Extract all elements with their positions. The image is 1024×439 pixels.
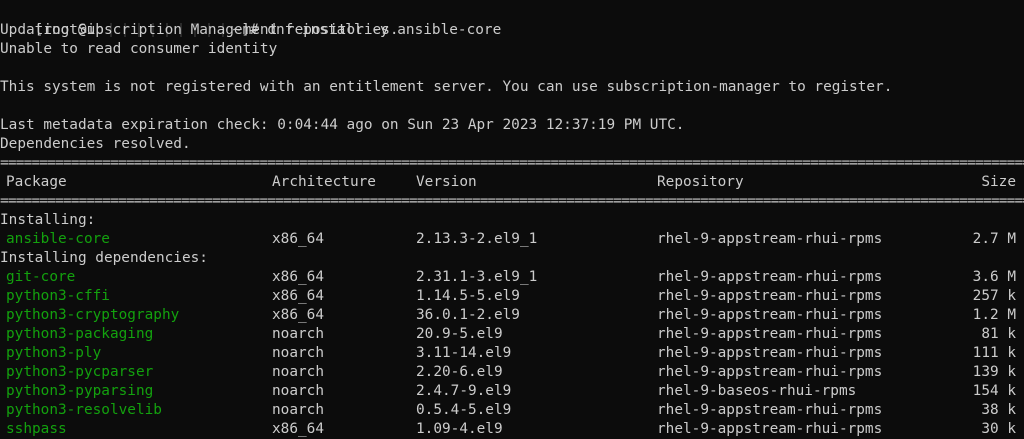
package-name: python3-pyparsing: [6, 383, 154, 399]
package-version: 1.09-4.el9: [416, 421, 503, 437]
package-version: 0.5.4-5.el9: [416, 402, 512, 418]
package-repo: rhel-9-appstream-rhui-rpms: [657, 421, 883, 437]
package-size: 2.7 M: [972, 231, 1016, 247]
column-header-package: Package: [6, 174, 67, 190]
package-size: 81 k: [981, 326, 1016, 342]
package-name: python3-ply: [6, 345, 102, 361]
package-repo: rhel-9-appstream-rhui-rpms: [657, 288, 883, 304]
table-row: python3-cffi x86_64 1.14.5-5.el9 rhel-9-app…: [0, 287, 1024, 306]
output-line: Updating Subscription Management reposit…: [0, 22, 399, 38]
column-header-size: Size: [981, 174, 1016, 190]
package-version: 36.0.1-2.el9: [416, 307, 520, 323]
package-size: 111 k: [972, 345, 1016, 361]
package-size: 154 k: [972, 383, 1016, 399]
output-line: Dependencies resolved.: [0, 136, 191, 152]
table-row: sshpass x86_64 1.09-4.el9 rhel-9-appstream-…: [0, 420, 1024, 439]
section-installing-label: Installing:: [0, 212, 96, 228]
package-name: python3-cryptography: [6, 307, 180, 323]
package-arch: x86_64: [272, 231, 324, 247]
table-row: python3-packaging noarch 20.9-5.el9 rhel-9-…: [0, 325, 1024, 344]
table-separator: ========================================…: [0, 155, 1024, 171]
package-arch: noarch: [272, 326, 324, 342]
table-separator: ========================================…: [0, 193, 1024, 209]
package-name: git-core: [6, 269, 76, 285]
package-arch: x86_64: [272, 421, 324, 437]
column-header-architecture: Architecture: [272, 174, 376, 190]
package-name: python3-resolvelib: [6, 402, 162, 418]
section-dependencies-label: Installing dependencies:: [0, 250, 208, 266]
package-repo: rhel-9-appstream-rhui-rpms: [657, 326, 883, 342]
table-row: ansible-core x86_64 2.13.3-2.el9_1 rhel-9-a…: [0, 230, 1024, 249]
terminal-window[interactable]: [root@ip ~]# dnf install -y ansible-core…: [0, 0, 1024, 438]
package-name: sshpass: [6, 421, 67, 437]
package-arch: noarch: [272, 364, 324, 380]
package-repo: rhel-9-appstream-rhui-rpms: [657, 269, 883, 285]
table-row: python3-ply noarch 3.11-14.el9 rhel-9-appst…: [0, 344, 1024, 363]
package-arch: x86_64: [272, 269, 324, 285]
package-name: ansible-core: [6, 231, 110, 247]
package-size: 1.2 M: [972, 307, 1016, 323]
package-version: 3.11-14.el9: [416, 345, 512, 361]
package-version: 20.9-5.el9: [416, 326, 503, 342]
package-version: 2.31.1-3.el9_1: [416, 269, 538, 285]
package-name: python3-pycparser: [6, 364, 154, 380]
package-arch: noarch: [272, 383, 324, 399]
package-version: 2.13.3-2.el9_1: [416, 231, 538, 247]
output-line: Last metadata expiration check: 0:04:44 …: [0, 117, 685, 133]
package-repo: rhel-9-appstream-rhui-rpms: [657, 307, 883, 323]
package-name: python3-packaging: [6, 326, 154, 342]
package-repo: rhel-9-appstream-rhui-rpms: [657, 364, 883, 380]
output-line: This system is not registered with an en…: [0, 79, 893, 95]
package-arch: noarch: [272, 402, 324, 418]
package-size: 38 k: [981, 402, 1016, 418]
output-line: Unable to read consumer identity: [0, 41, 278, 57]
table-row: python3-pycparser noarch 2.20-6.el9 rhel-9-…: [0, 363, 1024, 382]
table-row: git-core x86_64 2.31.1-3.el9_1 rhel-9-appst…: [0, 268, 1024, 287]
column-header-version: Version: [416, 174, 477, 190]
package-size: 30 k: [981, 421, 1016, 437]
package-arch: x86_64: [272, 288, 324, 304]
table-row: python3-resolvelib noarch 0.5.4-5.el9 rhel-…: [0, 401, 1024, 420]
package-repo: rhel-9-baseos-rhui-rpms: [657, 383, 857, 399]
package-arch: noarch: [272, 345, 324, 361]
package-version: 2.4.7-9.el9: [416, 383, 512, 399]
package-size: 139 k: [972, 364, 1016, 380]
package-version: 2.20-6.el9: [416, 364, 503, 380]
table-row: python3-pyparsing noarch 2.4.7-9.el9 rhel-9…: [0, 382, 1024, 401]
package-size: 3.6 M: [972, 269, 1016, 285]
package-repo: rhel-9-appstream-rhui-rpms: [657, 231, 883, 247]
package-repo: rhel-9-appstream-rhui-rpms: [657, 345, 883, 361]
package-version: 1.14.5-5.el9: [416, 288, 520, 304]
table-row: python3-cryptography x86_64 36.0.1-2.el9 rh…: [0, 306, 1024, 325]
column-header-repository: Repository: [657, 174, 744, 190]
package-name: python3-cffi: [6, 288, 110, 304]
command-prompt-line: [root@ip ~]# dnf install -y ansible-core: [0, 2, 502, 38]
table-header-row: Package Architecture Version Repository …: [0, 173, 1024, 192]
package-repo: rhel-9-appstream-rhui-rpms: [657, 402, 883, 418]
package-size: 257 k: [972, 288, 1016, 304]
package-arch: x86_64: [272, 307, 324, 323]
